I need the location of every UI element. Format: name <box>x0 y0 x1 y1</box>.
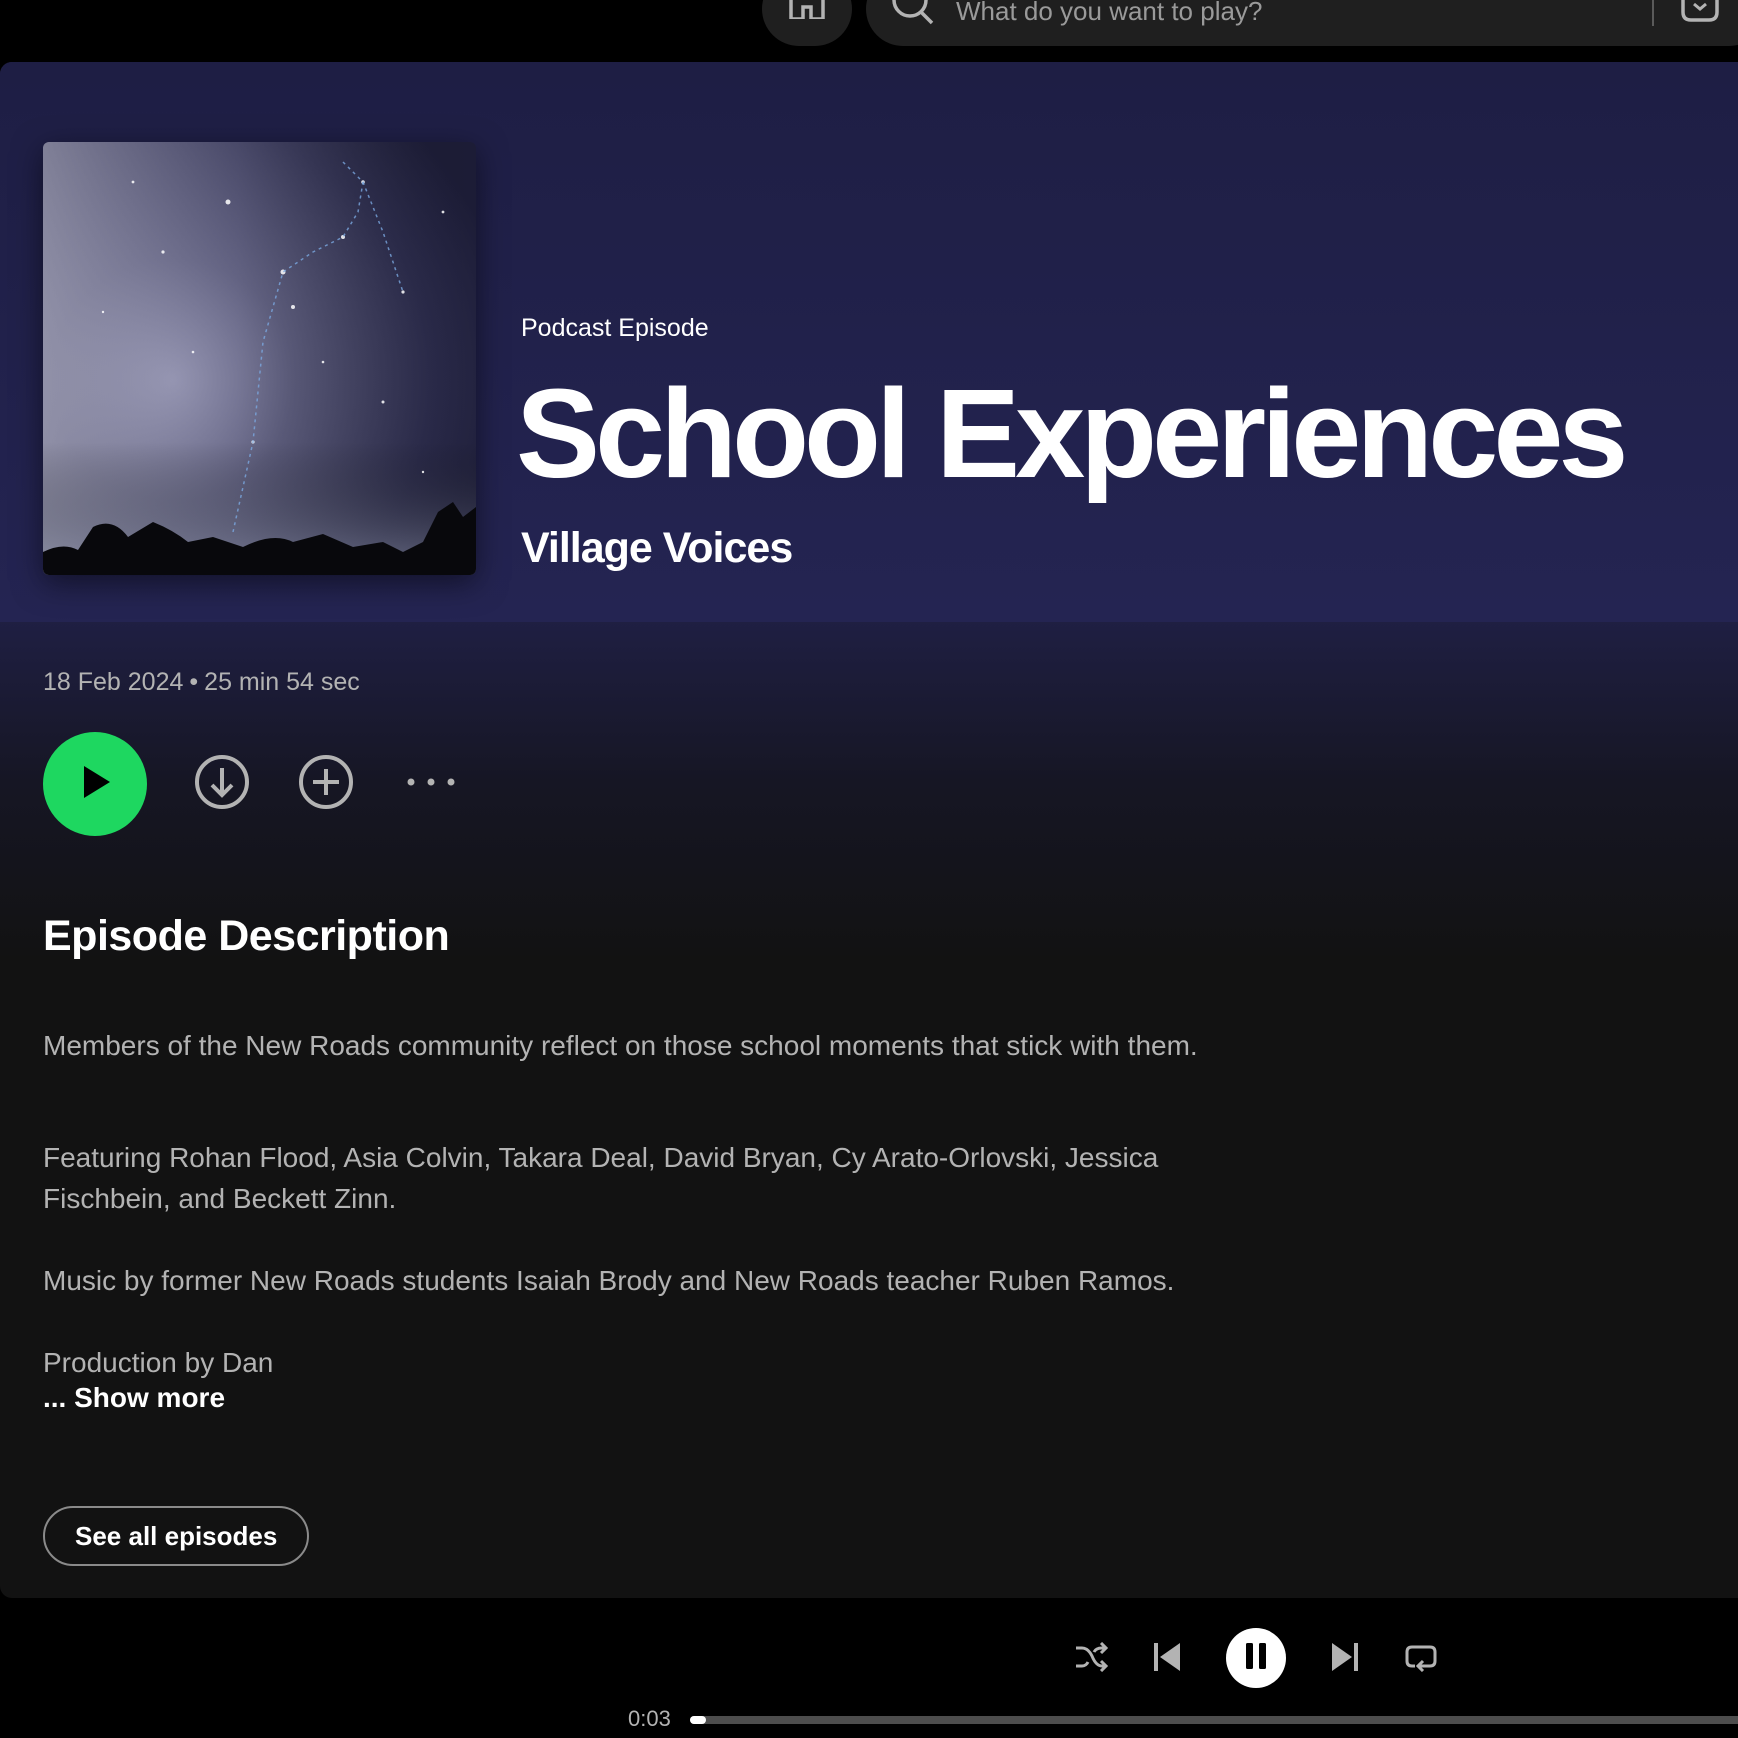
pause-icon <box>1244 1642 1268 1674</box>
next-button[interactable] <box>1324 1638 1366 1680</box>
episode-cover-art <box>43 142 476 575</box>
pause-button[interactable] <box>1226 1628 1286 1688</box>
download-button[interactable] <box>194 754 250 815</box>
search-bar[interactable]: What do you want to play? <box>866 0 1738 46</box>
current-time: 0:03 <box>628 1706 671 1731</box>
browse-icon[interactable] <box>1680 0 1720 27</box>
more-options-button[interactable] <box>403 756 459 812</box>
previous-button[interactable] <box>1146 1638 1188 1680</box>
description-paragraph: Members of the New Roads community refle… <box>43 1030 1198 1061</box>
action-bar <box>43 732 543 836</box>
search-input[interactable]: What do you want to play? <box>956 0 1262 24</box>
add-circle-icon <box>298 754 354 815</box>
episode-type-label: Podcast Episode <box>521 314 709 342</box>
playback-progress-fill <box>690 1716 706 1724</box>
more-options-icon <box>403 775 459 793</box>
see-all-episodes-button[interactable]: See all episodes <box>43 1506 310 1566</box>
episode-date: 18 Feb 2024 <box>43 668 184 696</box>
now-playing-bar: 0:03 <box>0 1598 1738 1738</box>
search-divider <box>1652 0 1654 26</box>
shuffle-icon <box>1074 1641 1109 1677</box>
home-icon <box>787 0 827 24</box>
playback-progress-bar[interactable] <box>690 1716 1738 1724</box>
show-more-link[interactable]: ... Show more <box>43 1382 225 1414</box>
episode-meta: 18 Feb 2024 • 25 min 54 sec <box>43 668 360 697</box>
play-button[interactable] <box>43 732 147 836</box>
play-icon <box>78 764 112 805</box>
repeat-button[interactable] <box>1400 1638 1442 1680</box>
description-heading: Episode Description <box>43 912 450 960</box>
top-bar: What do you want to play? <box>0 0 1738 62</box>
description-paragraph: Production by Dan <box>43 1347 274 1378</box>
episode-duration: 25 min 54 sec <box>204 668 360 696</box>
episode-title: School Experiences <box>516 363 1628 504</box>
home-button[interactable] <box>762 0 852 46</box>
search-icon <box>888 0 936 31</box>
download-icon <box>194 754 250 815</box>
next-icon <box>1330 1642 1360 1677</box>
episode-page: Podcast Episode School Experiences Villa… <box>0 62 1738 1598</box>
description-paragraph: Featuring Rohan Flood, Asia Colvin, Taka… <box>43 1142 1159 1214</box>
add-to-library-button[interactable] <box>298 754 354 815</box>
shuffle-button[interactable] <box>1070 1638 1112 1680</box>
meta-separator: • <box>189 668 199 696</box>
description-paragraph: Music by former New Roads students Isaia… <box>43 1265 1175 1296</box>
show-name-link[interactable]: Village Voices <box>521 524 793 573</box>
previous-icon <box>1152 1642 1182 1677</box>
repeat-icon <box>1405 1642 1437 1677</box>
